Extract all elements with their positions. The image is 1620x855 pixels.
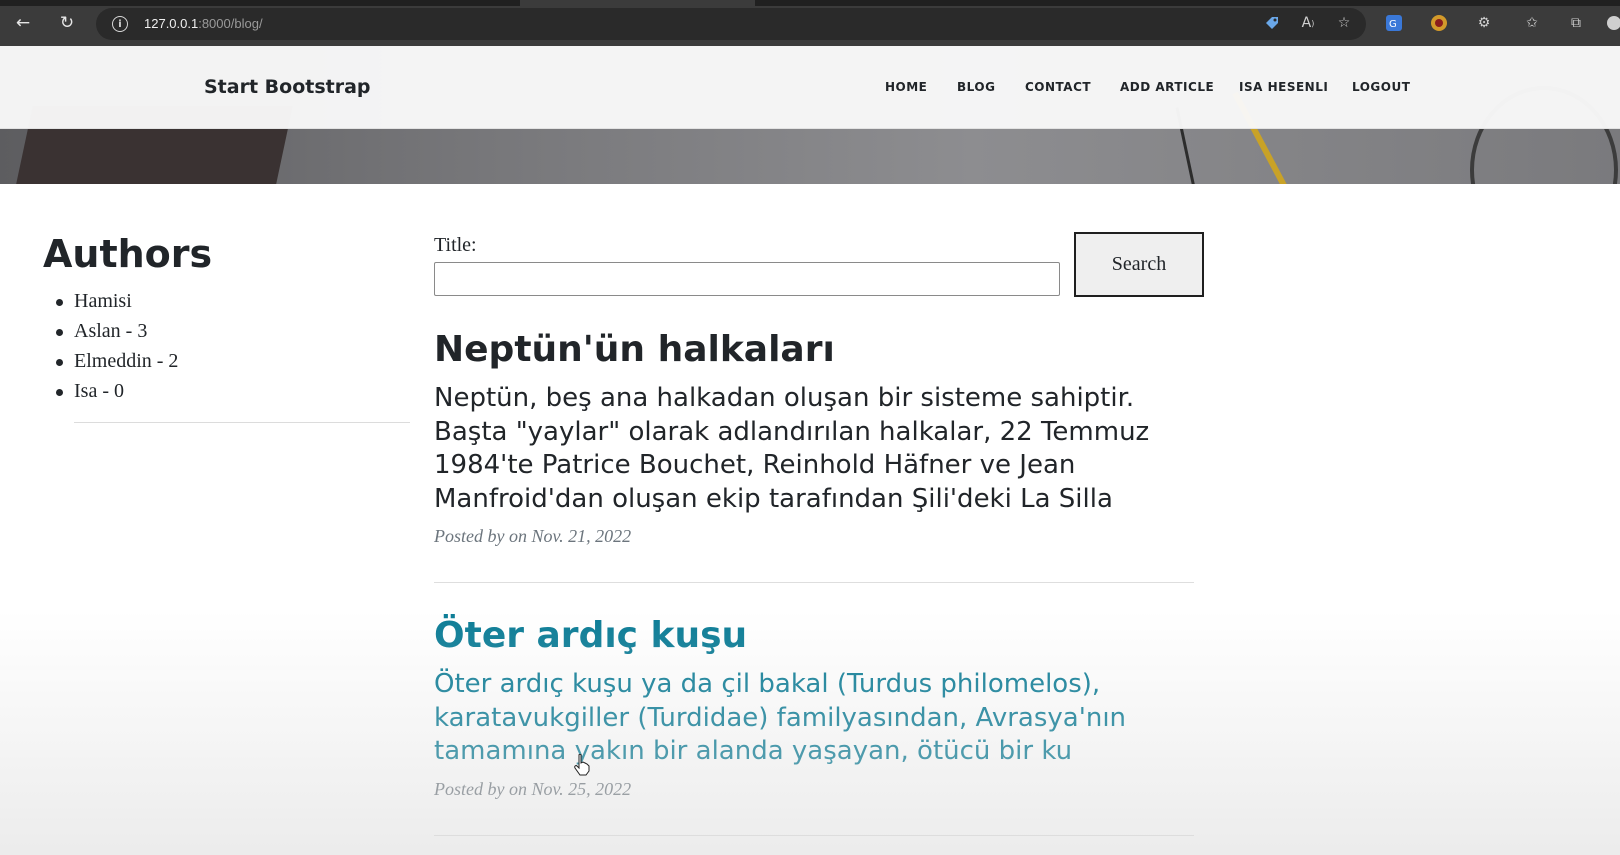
- nav-link-home[interactable]: HOME: [885, 80, 927, 94]
- post-preview[interactable]: Öter ardıç kuşu Öter ardıç kuşu ya da çi…: [434, 614, 1194, 800]
- url-path: :8000/blog/: [198, 16, 263, 31]
- bullet-icon: [56, 299, 63, 306]
- svg-text:G: G: [1389, 19, 1397, 30]
- favorites-icon[interactable]: ✩: [1522, 13, 1542, 33]
- authors-list: Hamisi Aslan - 3 Elmeddin - 2 Isa - 0: [44, 290, 178, 410]
- author-item[interactable]: Isa - 0: [44, 380, 178, 410]
- reload-icon[interactable]: ↻: [56, 12, 78, 34]
- author-label[interactable]: Elmeddin - 2: [74, 350, 178, 372]
- post-preview[interactable]: Neptün'ün halkaları Neptün, beş ana halk…: [434, 328, 1194, 547]
- extension-icon[interactable]: [1429, 13, 1449, 33]
- extensions-puzzle-icon[interactable]: ⚙: [1474, 13, 1494, 33]
- url-text[interactable]: 127.0.0.1:8000/blog/: [144, 16, 263, 31]
- back-icon[interactable]: ←: [12, 12, 34, 34]
- author-item[interactable]: Elmeddin - 2: [44, 350, 178, 380]
- favorite-add-icon[interactable]: ☆: [1334, 13, 1354, 33]
- browser-toolbar: ← ↻ i 127.0.0.1:8000/blog/ A) ☆ G ⚙ ✩ ⧉: [0, 0, 1620, 46]
- collections-icon[interactable]: ⧉: [1566, 13, 1586, 33]
- translate-icon[interactable]: G: [1384, 13, 1404, 33]
- read-aloud-icon[interactable]: A): [1298, 13, 1318, 33]
- profile-icon[interactable]: [1604, 13, 1620, 33]
- bullet-icon: [56, 389, 63, 396]
- post-divider: [434, 835, 1194, 836]
- site-navbar: Start Bootstrap HOME BLOG CONTACT ADD AR…: [0, 46, 1620, 129]
- post-meta: Posted by on Nov. 25, 2022: [434, 778, 632, 799]
- tab-strip: [0, 0, 1620, 6]
- bullet-icon: [56, 359, 63, 366]
- nav-link-add-article[interactable]: ADD ARTICLE: [1120, 80, 1214, 94]
- address-bar[interactable]: i 127.0.0.1:8000/blog/: [96, 8, 1366, 40]
- post-title[interactable]: Öter ardıç kuşu: [434, 614, 1194, 658]
- post-divider: [434, 582, 1194, 583]
- bullet-icon: [56, 329, 63, 336]
- author-item[interactable]: Hamisi: [44, 290, 178, 320]
- hand-cursor-icon: [574, 753, 590, 776]
- author-label[interactable]: Isa - 0: [74, 380, 124, 402]
- navbar-brand[interactable]: Start Bootstrap: [204, 76, 371, 98]
- author-label[interactable]: Aslan - 3: [74, 320, 147, 342]
- post-title[interactable]: Neptün'ün halkaları: [434, 328, 1194, 372]
- post-excerpt[interactable]: Neptün, beş ana halkadan oluşan bir sist…: [434, 382, 1194, 516]
- post-meta: Posted by on Nov. 21, 2022: [434, 526, 632, 546]
- author-label[interactable]: Hamisi: [74, 290, 132, 312]
- author-item[interactable]: Aslan - 3: [44, 320, 178, 350]
- search-label: Title:: [434, 234, 477, 256]
- post-excerpt[interactable]: Öter ardıç kuşu ya da çil bakal (Turdus …: [434, 668, 1194, 769]
- nav-link-contact[interactable]: CONTACT: [1025, 80, 1091, 94]
- nav-link-blog[interactable]: BLOG: [957, 80, 995, 94]
- search-title-input[interactable]: [434, 262, 1060, 296]
- sidebar-divider: [74, 422, 410, 423]
- tag-icon[interactable]: [1262, 13, 1282, 33]
- authors-heading: Authors: [43, 232, 213, 276]
- active-tab[interactable]: [520, 0, 755, 6]
- nav-link-logout[interactable]: LOGOUT: [1352, 80, 1410, 94]
- info-icon[interactable]: i: [112, 16, 128, 32]
- url-host: 127.0.0.1: [144, 16, 199, 31]
- nav-link-user[interactable]: ISA HESENLI: [1239, 80, 1328, 94]
- search-button[interactable]: Search: [1074, 232, 1204, 297]
